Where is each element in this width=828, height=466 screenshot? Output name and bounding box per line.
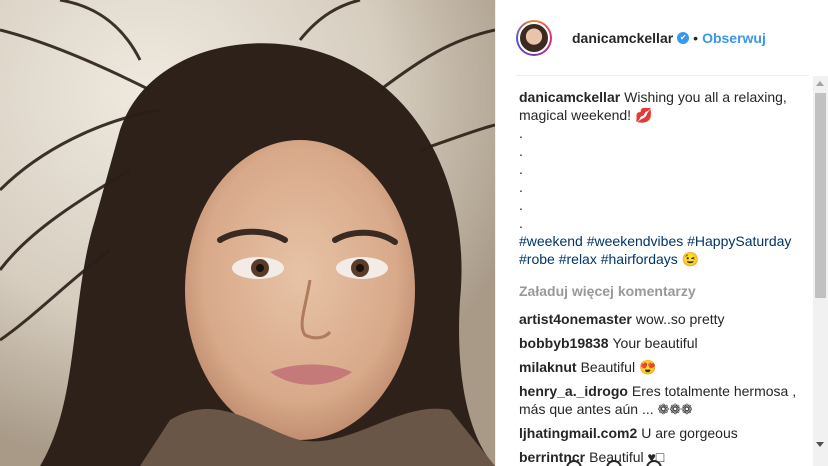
post-details-panel: danicamckellar ✔ • Obserwuj danicamckell… — [495, 0, 828, 466]
comment-text: Your beautiful — [612, 335, 698, 351]
comment-icon[interactable] — [606, 460, 622, 466]
hashtag-link[interactable]: #hairfordays — [601, 251, 678, 267]
caption-dot: . — [519, 179, 523, 195]
comment-item: milaknut Beautiful 😍 — [519, 358, 811, 376]
scroll-down-arrow-icon[interactable] — [816, 442, 824, 447]
comment-username[interactable]: bobbyb19838 — [519, 335, 608, 351]
post-header: danicamckellar ✔ • Obserwuj — [496, 0, 828, 75]
hashtag-link[interactable]: #weekendvibes — [587, 233, 684, 249]
comments-scrollbar[interactable] — [813, 76, 828, 466]
wink-emoji: 😉 — [681, 251, 700, 267]
comment-text: Beautiful 😍 — [580, 359, 657, 375]
comment-username[interactable]: henry_a._idrogo — [519, 383, 628, 399]
comments-list[interactable]: danicamckellar Wishing you all a relaxing… — [519, 88, 811, 466]
hashtag-link[interactable]: #HappySaturday — [687, 233, 791, 249]
comment-username[interactable]: milaknut — [519, 359, 577, 375]
hashtag-link[interactable]: #weekend — [519, 233, 583, 249]
load-more-comments-button[interactable]: Załaduj więcej komentarzy — [519, 282, 811, 300]
post-photo[interactable] — [0, 0, 495, 466]
verified-badge-icon: ✔ — [677, 31, 690, 44]
comment-username[interactable]: artist4onemaster — [519, 311, 632, 327]
caption-dot: . — [519, 125, 523, 141]
scrollbar-thumb[interactable] — [815, 93, 826, 298]
comment-username[interactable]: ljhatingmail.com2 — [519, 425, 637, 441]
header-separator: • — [693, 29, 699, 46]
caption-dot: . — [519, 197, 523, 213]
caption-username[interactable]: danicamckellar — [519, 89, 620, 105]
heart-icon[interactable] — [566, 460, 582, 466]
hashtag-link[interactable]: #relax — [559, 251, 597, 267]
follow-button[interactable]: Obserwuj — [702, 30, 766, 46]
header-username[interactable]: danicamckellar — [572, 30, 673, 46]
comment-item: artist4onemaster wow..so pretty — [519, 310, 811, 328]
comment-item: bobbyb19838 Your beautiful — [519, 334, 811, 352]
caption: danicamckellar Wishing you all a relaxing… — [519, 88, 811, 124]
action-bar-partial — [516, 455, 809, 466]
caption-dot: . — [519, 143, 523, 159]
comment-item: ljhatingmail.com2 U are gorgeous — [519, 424, 811, 442]
comment-item: henry_a._idrogo Eres totalmente hermosa ,… — [519, 382, 811, 418]
caption-dots: . . . . . . — [519, 124, 811, 232]
hashtag-link[interactable]: #robe — [519, 251, 555, 267]
profile-avatar-ring[interactable] — [516, 19, 552, 56]
caption-hashtags: #weekend #weekendvibes #HappySaturday #r… — [519, 232, 811, 268]
caption-dot: . — [519, 161, 523, 177]
header-divider — [516, 75, 809, 76]
scroll-up-arrow-icon[interactable] — [816, 81, 824, 86]
comment-text: U are gorgeous — [641, 425, 738, 441]
selfie-image — [0, 0, 495, 466]
profile-avatar[interactable] — [518, 21, 550, 54]
share-icon[interactable] — [646, 460, 662, 466]
caption-dot: . — [519, 215, 523, 231]
comment-text: wow..so pretty — [635, 311, 725, 327]
